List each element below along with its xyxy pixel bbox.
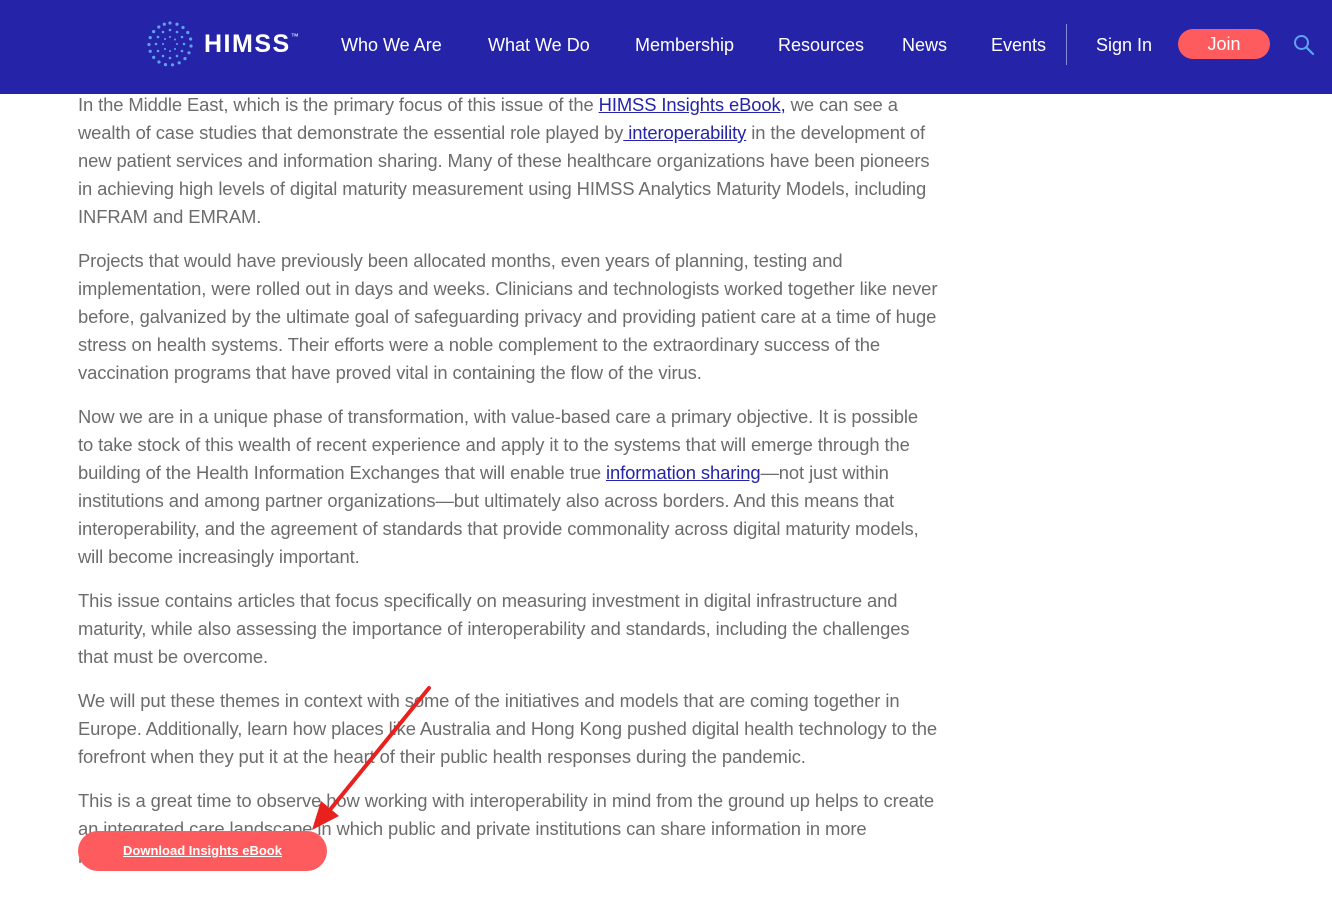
- logo-wordmark: HIMSS™: [204, 29, 301, 58]
- information-sharing-link[interactable]: information sharing: [606, 462, 761, 483]
- interoperability-link[interactable]: interoperability: [623, 122, 746, 143]
- nav-resources[interactable]: Resources: [778, 33, 864, 57]
- himss-logo[interactable]: HIMSS™: [146, 20, 300, 68]
- top-navigation-bar: HIMSS™ Who We Are What We Do Membership …: [0, 0, 1332, 94]
- join-button[interactable]: Join: [1178, 29, 1270, 59]
- article-paragraph: This issue contains articles that focus …: [78, 590, 910, 667]
- nav-who-we-are[interactable]: Who We Are: [341, 33, 442, 57]
- article-paragraph: In the Middle East, which is the primary…: [78, 94, 930, 227]
- nav-what-we-do[interactable]: What We Do: [488, 33, 590, 57]
- article-paragraph: Projects that would have previously been…: [78, 250, 938, 383]
- article-body: In the Middle East, which is the primary…: [78, 91, 938, 887]
- article-paragraph: Now we are in a unique phase of transfor…: [78, 406, 919, 567]
- nav-events[interactable]: Events: [991, 33, 1046, 57]
- sign-in-link[interactable]: Sign In: [1096, 33, 1152, 57]
- himss-insights-ebook-link[interactable]: HIMSS Insights eBook,: [599, 94, 786, 115]
- download-insights-ebook-button[interactable]: Download Insights eBook: [78, 831, 327, 871]
- nav-membership[interactable]: Membership: [635, 33, 734, 57]
- nav-news[interactable]: News: [902, 33, 947, 57]
- nav-divider: [1066, 24, 1067, 65]
- search-icon[interactable]: [1292, 33, 1316, 57]
- himss-logo-icon: [147, 21, 193, 67]
- article-paragraph: We will put these themes in context with…: [78, 690, 938, 767]
